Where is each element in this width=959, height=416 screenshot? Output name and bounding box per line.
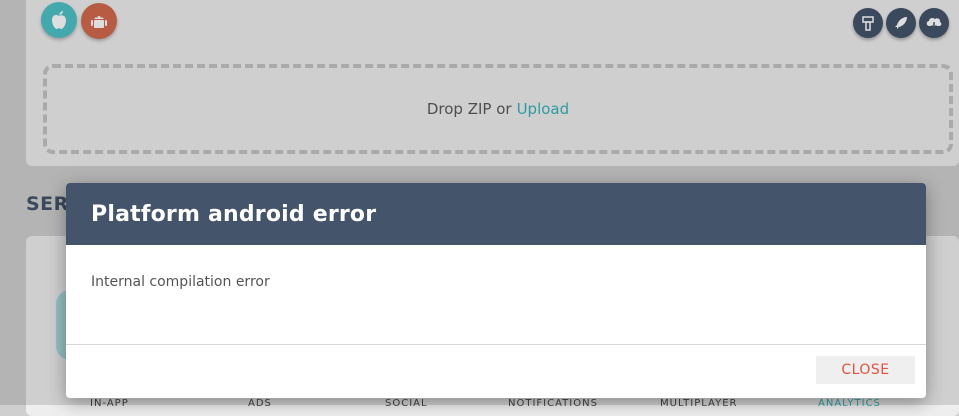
dialog-body: Internal compilation error — [66, 245, 926, 345]
error-dialog: Platform android error Internal compilat… — [66, 183, 926, 398]
dialog-title: Platform android error — [91, 201, 377, 227]
dialog-header: Platform android error — [66, 183, 926, 245]
error-message: Internal compilation error — [91, 274, 270, 290]
dialog-footer: CLOSE — [66, 345, 926, 397]
close-button[interactable]: CLOSE — [816, 356, 915, 384]
